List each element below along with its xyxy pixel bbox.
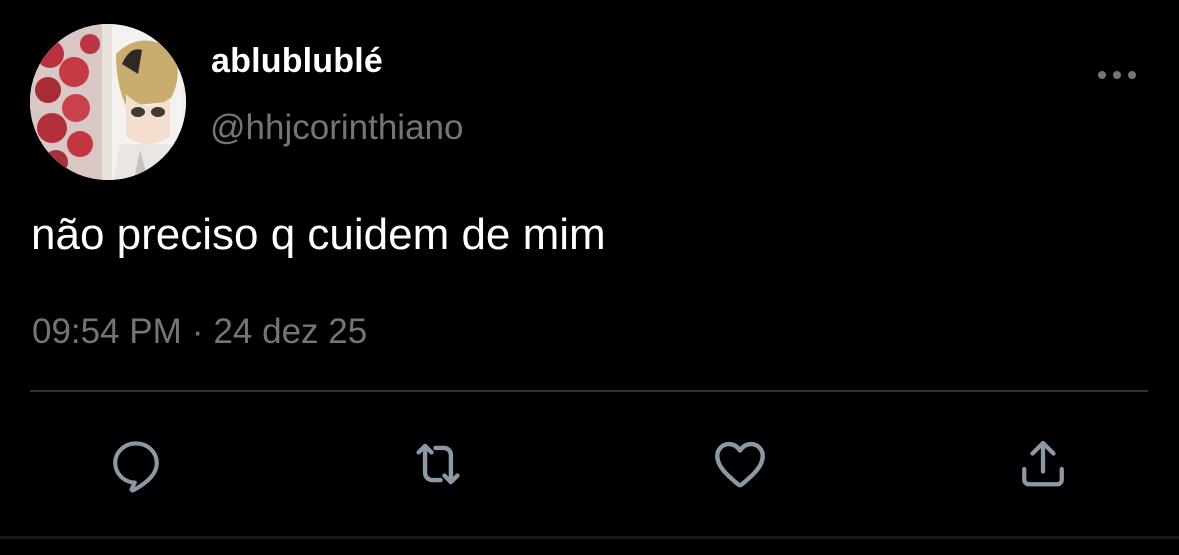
tweet-text: não preciso q cuidem de mim — [31, 210, 606, 259]
heart-icon — [715, 441, 765, 488]
more-options-button[interactable] — [1090, 60, 1144, 90]
user-handle[interactable]: @hhjcorinthiano — [210, 108, 463, 148]
avatar-image — [30, 24, 186, 180]
avatar[interactable] — [30, 24, 186, 180]
meta-separator: · — [191, 312, 204, 351]
tweet-detail: ablublublé @hhjcorinthiano não preciso q… — [0, 0, 1179, 555]
share-icon — [1022, 440, 1064, 487]
tweet-date: 24 dez 25 — [213, 312, 368, 351]
retweet-button[interactable] — [406, 432, 470, 496]
like-button[interactable] — [708, 432, 772, 496]
reply-button[interactable] — [104, 432, 168, 496]
share-button[interactable] — [1011, 432, 1075, 496]
more-horizontal-icon — [1098, 71, 1136, 79]
tweet-time: 09:54 PM — [32, 312, 182, 351]
reply-icon — [113, 441, 159, 493]
display-name[interactable]: ablublublé — [211, 42, 383, 81]
tweet-timestamp[interactable]: 09:54 PM · 24 dez 25 — [32, 312, 367, 352]
divider — [30, 390, 1148, 392]
retweet-icon — [416, 443, 460, 485]
bottom-divider — [0, 536, 1179, 539]
